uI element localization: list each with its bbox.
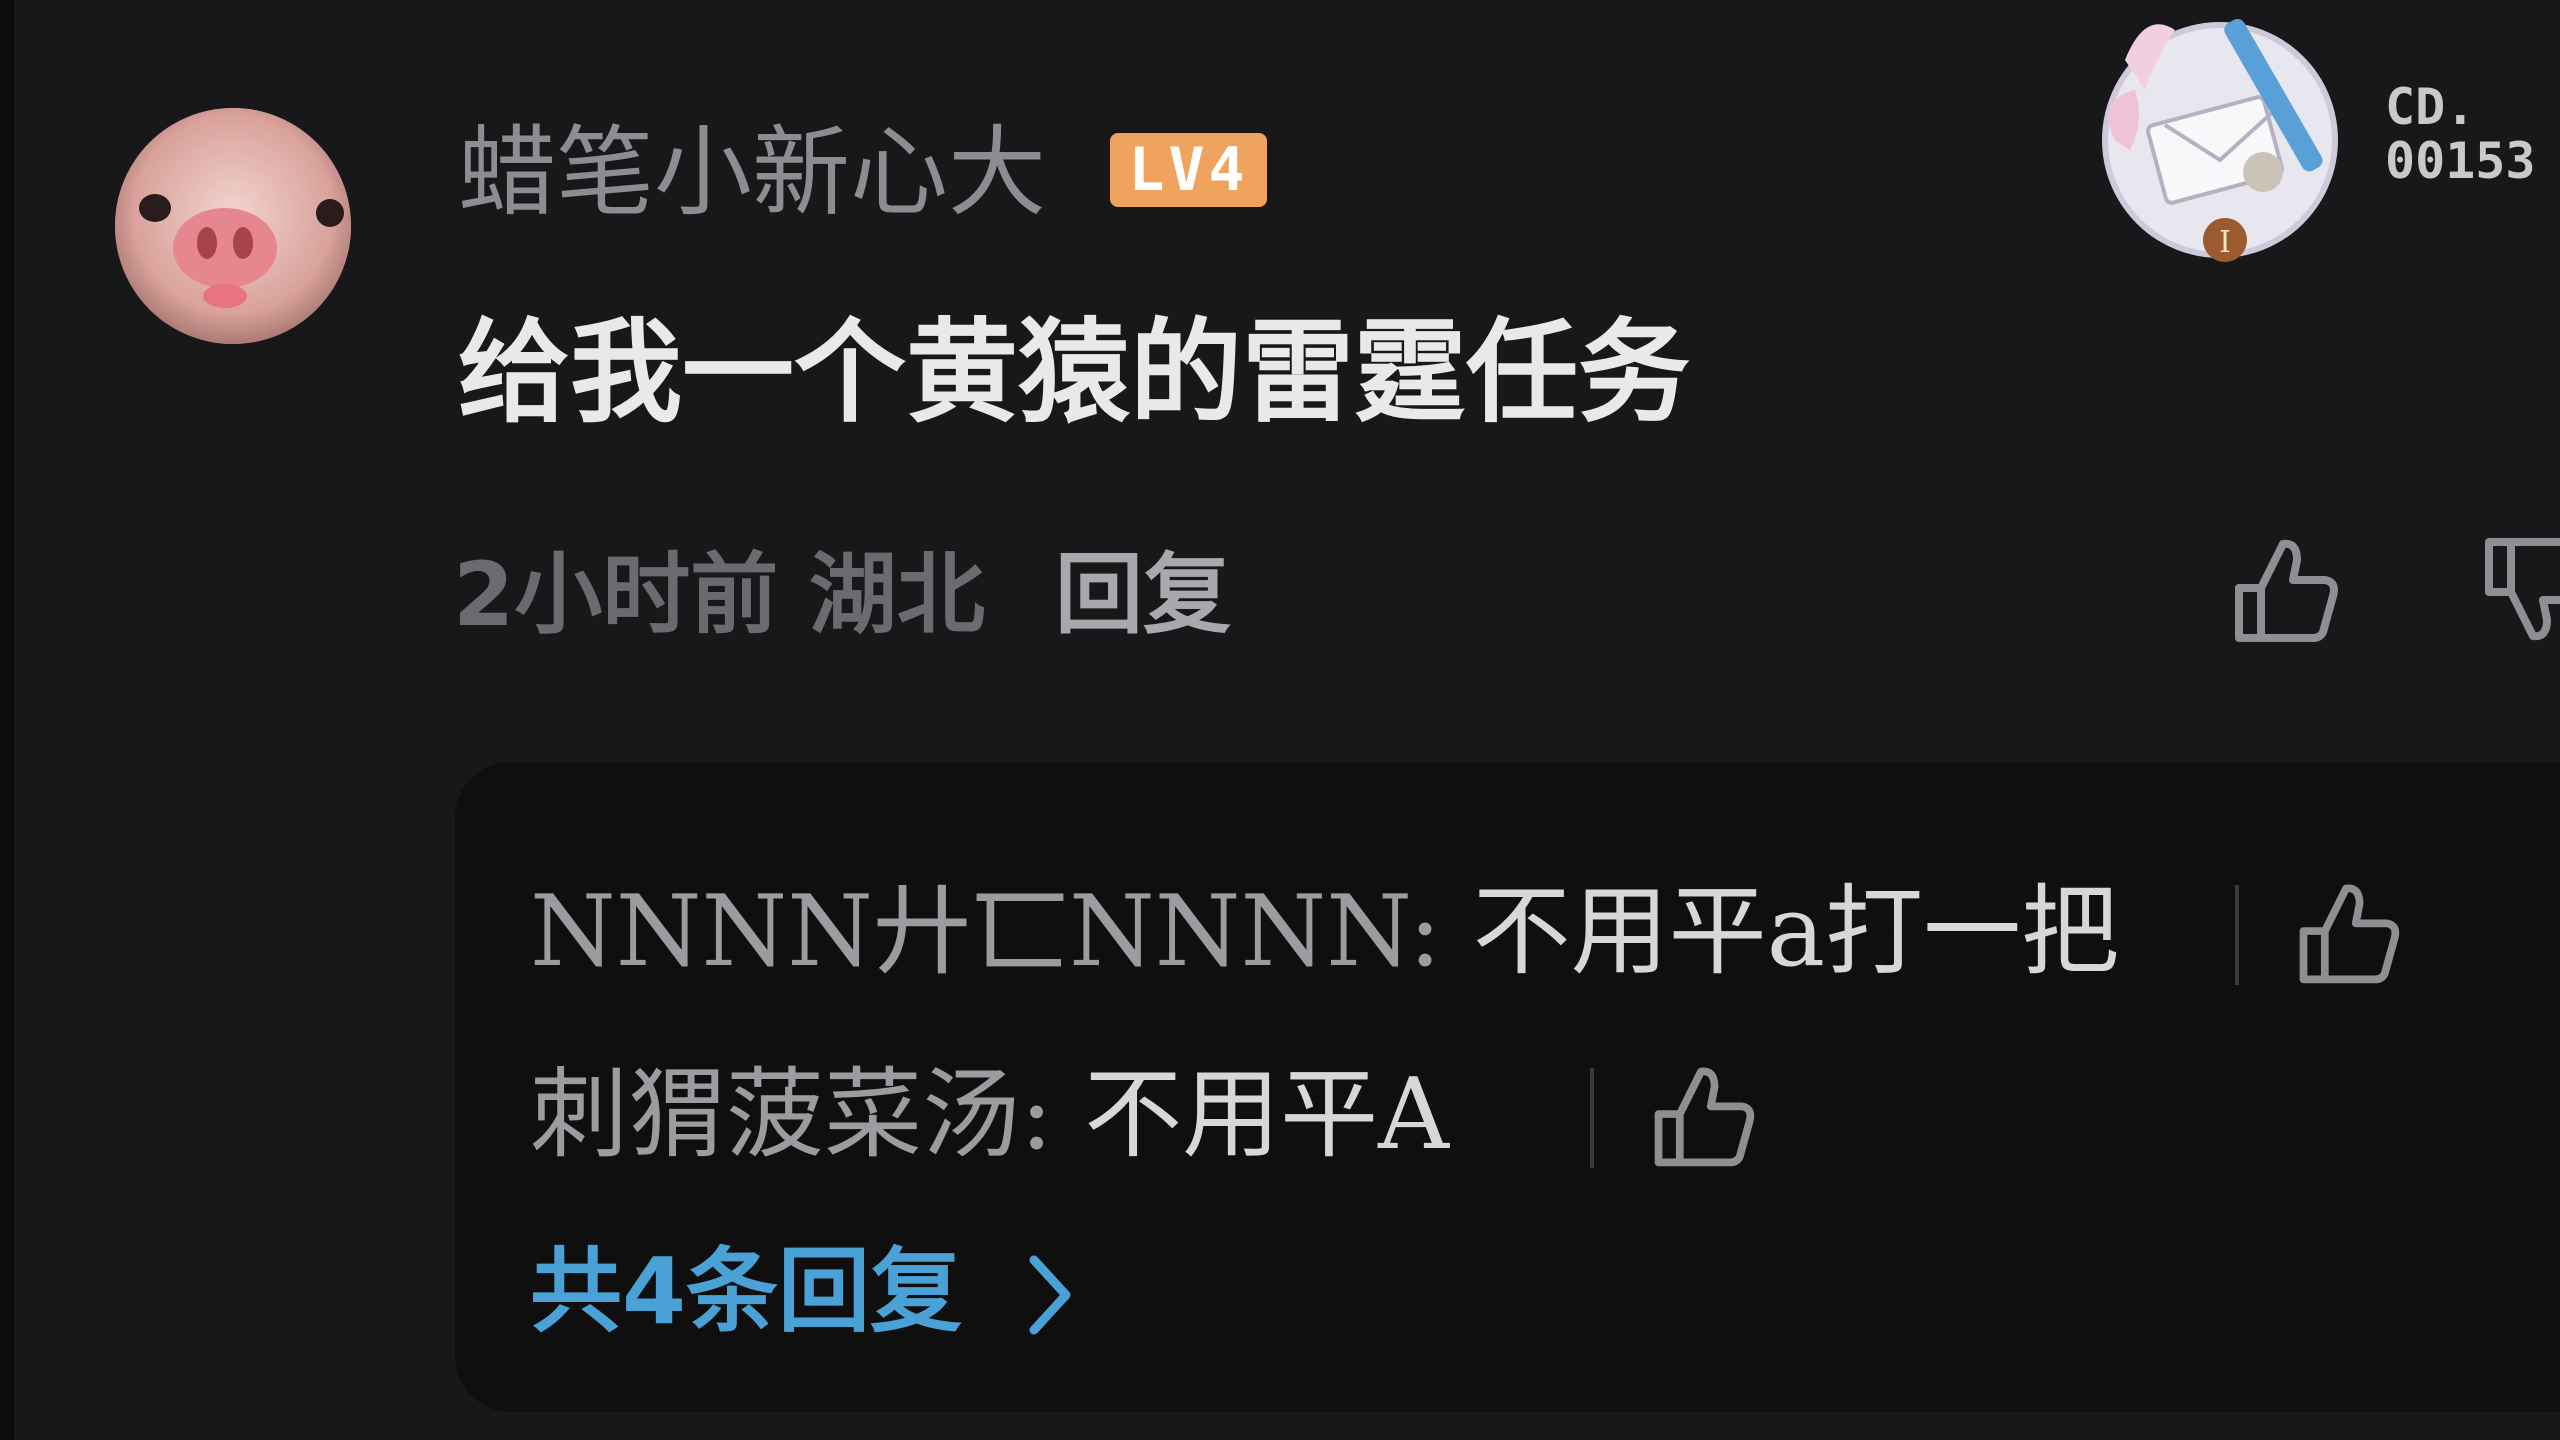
decoration-badge-icon: I	[2085, 0, 2355, 280]
level-badge: LV4	[1110, 133, 1267, 207]
comment-body: 给我一个黄猿的雷霆任务	[458, 308, 1690, 438]
reply-button[interactable]: 回复	[1055, 540, 1231, 650]
reply-item[interactable]: NNNN廾匸NNNN: 不用平a打一把	[530, 872, 2119, 992]
chevron-right-icon[interactable]	[1020, 1250, 1080, 1340]
reply-author[interactable]: 刺猬菠菜汤:	[530, 1058, 1053, 1172]
left-edge	[0, 0, 14, 1440]
thumb-up-icon[interactable]	[2290, 875, 2406, 991]
user-avatar[interactable]	[115, 108, 351, 344]
reply-content: 不用平A	[1053, 1058, 1449, 1172]
comment-time-location: 2小时前 湖北	[453, 543, 985, 646]
thumb-down-icon[interactable]	[2475, 530, 2560, 650]
reply-author[interactable]: NNNN廾匸NNNN:	[530, 875, 1442, 989]
decoration-code: CD. 00153	[2385, 78, 2536, 190]
view-all-replies-link[interactable]: 共4条回复	[530, 1232, 962, 1352]
reply-item[interactable]: 刺猬菠菜汤: 不用平A	[530, 1055, 1449, 1175]
pig-avatar-icon	[115, 108, 351, 344]
comment-username[interactable]: 蜡笔小新心大	[458, 118, 1046, 228]
svg-text:I: I	[2219, 225, 2231, 260]
reply-content: 不用平a打一把	[1441, 875, 2120, 989]
thumb-up-icon[interactable]	[1645, 1058, 1761, 1174]
divider	[2235, 885, 2239, 985]
thumb-up-icon[interactable]	[2225, 530, 2345, 650]
divider	[1590, 1068, 1594, 1168]
